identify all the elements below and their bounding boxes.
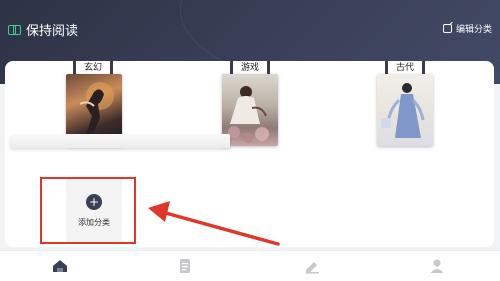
nav-write[interactable]	[304, 258, 320, 274]
bookshelf-ledge	[10, 134, 230, 148]
write-icon	[306, 262, 319, 274]
ancient-cover-art	[381, 83, 425, 138]
category-tab-game[interactable]: 游戏	[229, 61, 271, 75]
ancient-cover-image[interactable]	[377, 74, 433, 146]
category-tab-fantasy[interactable]: 玄幻	[72, 61, 114, 75]
game-cover-image[interactable]	[222, 74, 278, 146]
edit-category-button[interactable]: 编辑分类	[442, 20, 492, 36]
nav-profile[interactable]	[429, 258, 445, 274]
add-category-button[interactable]: + 添加分类	[66, 179, 122, 242]
bottom-navigation	[0, 250, 500, 281]
edit-category-label: 编辑分类	[455, 24, 492, 35]
home-icon	[53, 260, 67, 272]
category-label: 游戏	[241, 63, 260, 73]
profile-icon	[430, 259, 444, 273]
book-icon	[180, 259, 190, 273]
category-label: 古代	[396, 63, 415, 73]
edit-icon	[442, 23, 452, 33]
nav-book[interactable]	[177, 258, 193, 274]
plus-icon: +	[86, 193, 102, 210]
add-category-label: 添加分类	[78, 217, 110, 227]
category-label: 玄幻	[84, 63, 103, 73]
logo-icon	[8, 24, 21, 35]
nav-home[interactable]	[52, 258, 68, 274]
app-title-text: 保持阅读	[26, 23, 79, 39]
game-cover-art	[228, 86, 269, 143]
app-title: 保持阅读	[8, 19, 78, 39]
add-category-highlight: + 添加分类	[40, 177, 136, 244]
category-tab-ancient[interactable]: 古代	[384, 61, 426, 75]
